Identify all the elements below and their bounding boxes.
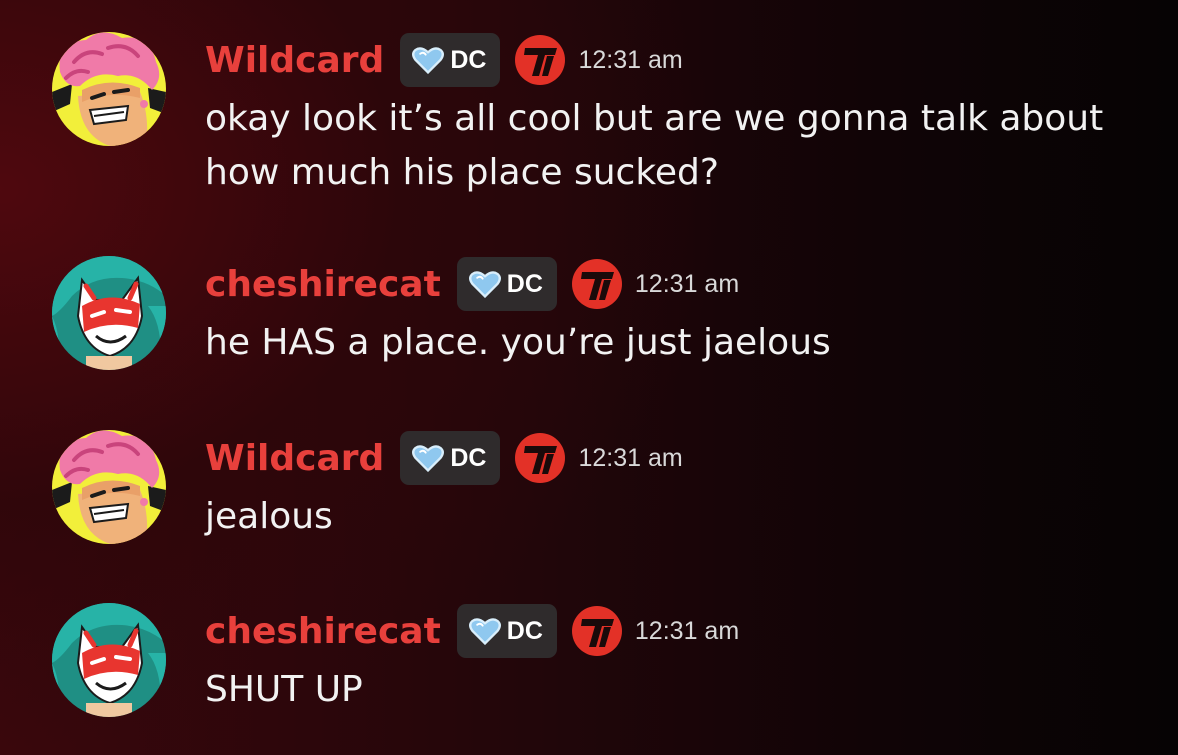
cheshirecat-avatar-icon[interactable] bbox=[52, 256, 166, 370]
wildcard-avatar-icon[interactable] bbox=[52, 32, 166, 146]
message-header: cheshirecat DC 12:31 am bbox=[205, 603, 739, 659]
chat-message-list: Wildcard DC 12:31 am okay look it’s all … bbox=[0, 0, 1178, 755]
message-text: SHUT UP bbox=[205, 663, 1105, 717]
timestamp: 12:31 am bbox=[578, 443, 683, 472]
t-logo-badge-icon[interactable] bbox=[571, 258, 623, 310]
server-tag-label: DC bbox=[506, 269, 543, 298]
server-tag-label: DC bbox=[506, 616, 543, 645]
server-tag[interactable]: DC bbox=[456, 257, 557, 311]
t-logo-badge-icon[interactable] bbox=[571, 605, 623, 657]
message-text: jealous bbox=[205, 490, 1105, 544]
t-logo-badge-icon[interactable] bbox=[514, 34, 566, 86]
message-header: Wildcard DC 12:31 am bbox=[205, 430, 683, 486]
username[interactable]: cheshirecat bbox=[205, 611, 441, 652]
username[interactable]: Wildcard bbox=[205, 438, 384, 479]
server-tag[interactable]: DC bbox=[400, 33, 501, 87]
username[interactable]: cheshirecat bbox=[205, 264, 441, 305]
message-text: he HAS a place. you’re just jaelous bbox=[205, 316, 1105, 370]
message-line: SHUT UP bbox=[205, 669, 363, 710]
cheshirecat-avatar-icon[interactable] bbox=[52, 603, 166, 717]
wildcard-avatar-icon[interactable] bbox=[52, 430, 166, 544]
message-line: he HAS a place. you’re just jaelous bbox=[205, 322, 831, 363]
heart-icon bbox=[469, 270, 501, 298]
server-tag-label: DC bbox=[450, 45, 487, 74]
heart-icon bbox=[469, 617, 501, 645]
message-text: okay look it’s all cool but are we gonna… bbox=[205, 92, 1105, 200]
server-tag-label: DC bbox=[450, 443, 487, 472]
message-line: okay look it’s all cool but are we gonna… bbox=[205, 98, 1104, 139]
message-header: Wildcard DC 12:31 am bbox=[205, 32, 683, 88]
username[interactable]: Wildcard bbox=[205, 40, 384, 81]
heart-icon bbox=[412, 46, 444, 74]
heart-icon bbox=[412, 444, 444, 472]
timestamp: 12:31 am bbox=[634, 269, 740, 298]
server-tag[interactable]: DC bbox=[456, 604, 557, 658]
message-header: cheshirecat DC 12:31 am bbox=[205, 256, 739, 312]
message-line: how much his place sucked? bbox=[205, 152, 720, 193]
message-line: jealous bbox=[205, 496, 333, 537]
timestamp: 12:31 am bbox=[634, 616, 740, 645]
t-logo-badge-icon[interactable] bbox=[514, 432, 566, 484]
server-tag[interactable]: DC bbox=[400, 431, 501, 485]
timestamp: 12:31 am bbox=[578, 45, 683, 74]
